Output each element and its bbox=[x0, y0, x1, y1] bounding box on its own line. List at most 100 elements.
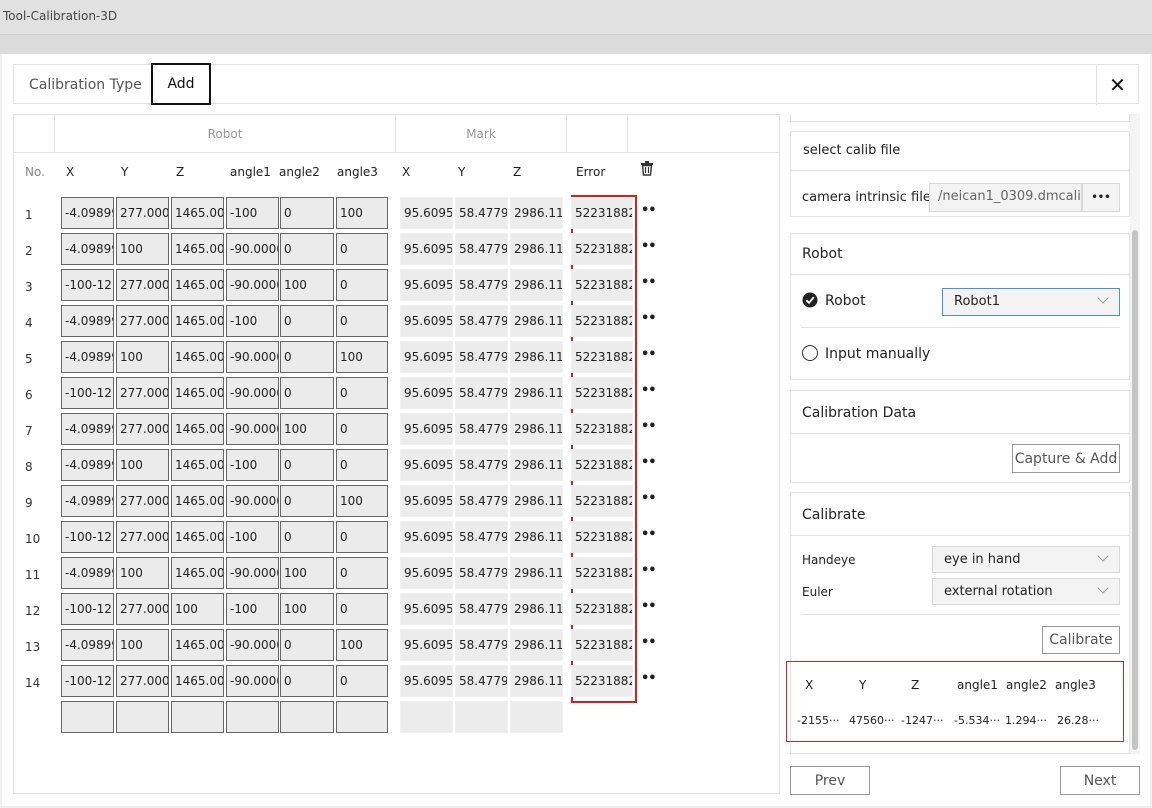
robot-value-input[interactable]: 100 bbox=[116, 629, 169, 661]
robot-value-input[interactable]: 100 bbox=[336, 341, 388, 373]
robot-value-input[interactable]: -90.0000 bbox=[226, 557, 279, 589]
trash-icon[interactable] bbox=[640, 161, 654, 180]
robot-value-input[interactable] bbox=[116, 701, 169, 733]
euler-select[interactable]: external rotation bbox=[932, 578, 1120, 605]
camera-intrinsic-input[interactable]: /neican1_0309.dmcalib bbox=[929, 183, 1089, 212]
robot-value-input[interactable]: -4.09899 bbox=[61, 629, 114, 661]
robot-value-input[interactable]: 277.000 bbox=[116, 413, 169, 445]
robot-value-input[interactable]: 100 bbox=[280, 413, 334, 445]
robot-value-input[interactable]: -4.09899 bbox=[61, 305, 114, 337]
robot-value-input[interactable]: -90.0000 bbox=[226, 341, 279, 373]
robot-value-input[interactable]: 0 bbox=[336, 305, 388, 337]
robot-value-input[interactable]: 1465.00 bbox=[171, 629, 224, 661]
robot-value-input[interactable]: -4.09899 bbox=[61, 557, 114, 589]
robot-value-input[interactable]: 277.000 bbox=[116, 521, 169, 553]
input-manually-label[interactable]: Input manually bbox=[825, 346, 930, 362]
ellipsis-icon[interactable]: •• bbox=[641, 671, 657, 686]
robot-value-input[interactable]: 100 bbox=[116, 449, 169, 481]
robot-value-input[interactable]: 277.000 bbox=[116, 197, 169, 229]
robot-value-input[interactable] bbox=[280, 701, 334, 733]
robot-value-input[interactable]: 0 bbox=[280, 629, 334, 661]
robot-value-input[interactable]: -4.09899 bbox=[61, 341, 114, 373]
robot-value-input[interactable]: 0 bbox=[336, 557, 388, 589]
ellipsis-icon[interactable]: •• bbox=[641, 239, 657, 254]
robot-value-input[interactable]: -100 bbox=[226, 197, 279, 229]
robot-value-input[interactable]: 0 bbox=[280, 197, 334, 229]
robot-value-input[interactable]: 100 bbox=[336, 629, 388, 661]
robot-value-input[interactable]: 0 bbox=[336, 521, 388, 553]
next-button[interactable]: Next bbox=[1060, 766, 1140, 795]
robot-value-input[interactable]: 100 bbox=[280, 269, 334, 301]
robot-value-input[interactable]: 0 bbox=[280, 377, 334, 409]
prev-button[interactable]: Prev bbox=[790, 766, 870, 795]
robot-value-input[interactable]: 277.000 bbox=[116, 665, 169, 697]
robot-value-input[interactable]: 0 bbox=[280, 485, 334, 517]
check-circle-icon[interactable] bbox=[802, 292, 818, 312]
handeye-select[interactable]: eye in hand bbox=[932, 546, 1120, 573]
radio-empty-icon[interactable] bbox=[802, 345, 818, 361]
robot-value-input[interactable]: 1465.00 bbox=[171, 341, 224, 373]
robot-value-input[interactable]: 1465.00 bbox=[171, 485, 224, 517]
robot-value-input[interactable]: -4.09899 bbox=[61, 197, 114, 229]
robot-value-input[interactable]: -4.09899 bbox=[61, 485, 114, 517]
ellipsis-icon[interactable]: •• bbox=[641, 527, 657, 542]
robot-value-input[interactable]: 0 bbox=[336, 269, 388, 301]
capture-add-button[interactable]: Capture & Add bbox=[1012, 444, 1120, 473]
robot-value-input[interactable]: 100 bbox=[336, 197, 388, 229]
robot-value-input[interactable]: -90.0000 bbox=[226, 269, 279, 301]
tab-add[interactable]: Add bbox=[151, 63, 211, 105]
robot-value-input[interactable]: 0 bbox=[280, 341, 334, 373]
robot-value-input[interactable]: -100 bbox=[226, 521, 279, 553]
robot-value-input[interactable]: -100-12 bbox=[61, 269, 114, 301]
robot-value-input[interactable]: 100 bbox=[116, 233, 169, 265]
ellipsis-icon[interactable]: •• bbox=[641, 275, 657, 290]
ellipsis-icon[interactable]: •• bbox=[641, 635, 657, 650]
robot-value-input[interactable] bbox=[336, 701, 388, 733]
robot-value-input[interactable]: 100 bbox=[116, 557, 169, 589]
robot-value-input[interactable]: -90.0000 bbox=[226, 629, 279, 661]
robot-value-input[interactable]: 0 bbox=[336, 413, 388, 445]
ellipsis-icon[interactable]: •• bbox=[641, 347, 657, 362]
robot-value-input[interactable]: -90.0000 bbox=[226, 377, 279, 409]
tab-calibration-type[interactable]: Calibration Type bbox=[29, 77, 142, 93]
ellipsis-icon[interactable]: •• bbox=[641, 419, 657, 434]
calibrate-button[interactable]: Calibrate bbox=[1042, 626, 1120, 654]
robot-value-input[interactable]: 0 bbox=[280, 305, 334, 337]
robot-value-input[interactable]: -100 bbox=[226, 449, 279, 481]
robot-value-input[interactable]: 0 bbox=[336, 593, 388, 625]
robot-value-input[interactable]: 277.000 bbox=[116, 377, 169, 409]
robot-value-input[interactable] bbox=[61, 701, 114, 733]
robot-value-input[interactable]: -100-12 bbox=[61, 593, 114, 625]
robot-value-input[interactable]: 0 bbox=[336, 665, 388, 697]
robot-value-input[interactable]: 0 bbox=[280, 233, 334, 265]
robot-value-input[interactable]: 100 bbox=[280, 557, 334, 589]
robot-value-input[interactable]: 100 bbox=[171, 593, 224, 625]
robot-value-input[interactable]: 1465.00 bbox=[171, 305, 224, 337]
close-icon[interactable]: ✕ bbox=[1096, 65, 1138, 105]
robot-value-input[interactable]: 1465.00 bbox=[171, 557, 224, 589]
robot-value-input[interactable]: 1465.00 bbox=[171, 233, 224, 265]
ellipsis-icon[interactable]: •• bbox=[641, 599, 657, 614]
robot-value-input[interactable]: 277.000 bbox=[116, 305, 169, 337]
robot-value-input[interactable]: -100-12 bbox=[61, 665, 114, 697]
robot-value-input[interactable]: -90.0000 bbox=[226, 665, 279, 697]
robot-select[interactable]: Robot1 bbox=[942, 288, 1120, 316]
robot-value-input[interactable]: 1465.00 bbox=[171, 521, 224, 553]
robot-value-input[interactable]: 1465.00 bbox=[171, 269, 224, 301]
robot-value-input[interactable]: 0 bbox=[280, 449, 334, 481]
robot-value-input[interactable]: 1465.00 bbox=[171, 449, 224, 481]
ellipsis-icon[interactable]: •• bbox=[641, 383, 657, 398]
robot-value-input[interactable]: 0 bbox=[336, 377, 388, 409]
ellipsis-icon[interactable]: •• bbox=[641, 311, 657, 326]
robot-radio-label[interactable]: Robot bbox=[825, 293, 866, 309]
robot-value-input[interactable]: 0 bbox=[336, 233, 388, 265]
robot-value-input[interactable]: 0 bbox=[280, 521, 334, 553]
robot-value-input[interactable]: -90.0000 bbox=[226, 485, 279, 517]
ellipsis-icon[interactable]: •• bbox=[641, 491, 657, 506]
robot-value-input[interactable]: 1465.00 bbox=[171, 377, 224, 409]
robot-value-input[interactable]: 1465.00 bbox=[171, 413, 224, 445]
robot-value-input[interactable]: 100 bbox=[336, 485, 388, 517]
robot-value-input[interactable]: -90.0000 bbox=[226, 413, 279, 445]
robot-value-input[interactable]: 0 bbox=[336, 449, 388, 481]
robot-value-input[interactable]: -100-12 bbox=[61, 377, 114, 409]
